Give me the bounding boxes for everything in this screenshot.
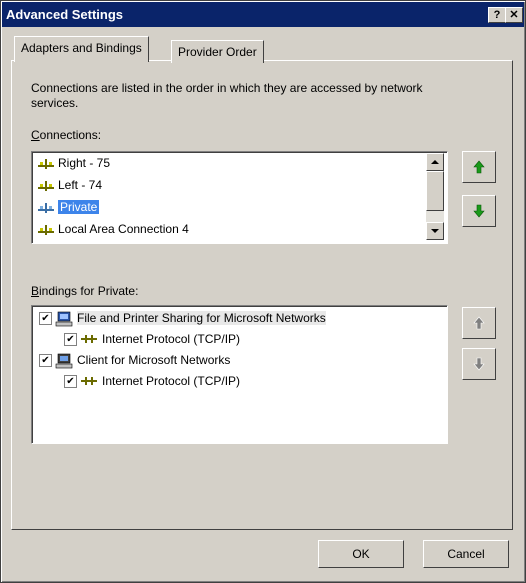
tab-panel [11,60,513,530]
close-button[interactable]: ✕ [505,7,523,23]
tab-provider-order[interactable]: Provider Order [171,40,264,63]
title-bar[interactable]: Advanced Settings ? ✕ [2,2,524,27]
ok-button[interactable]: OK [318,540,404,568]
help-button[interactable]: ? [488,7,506,23]
cancel-button[interactable]: Cancel [423,540,509,568]
window-title: Advanced Settings [6,7,124,22]
tab-adapters-and-bindings[interactable]: Adapters and Bindings [14,36,149,62]
